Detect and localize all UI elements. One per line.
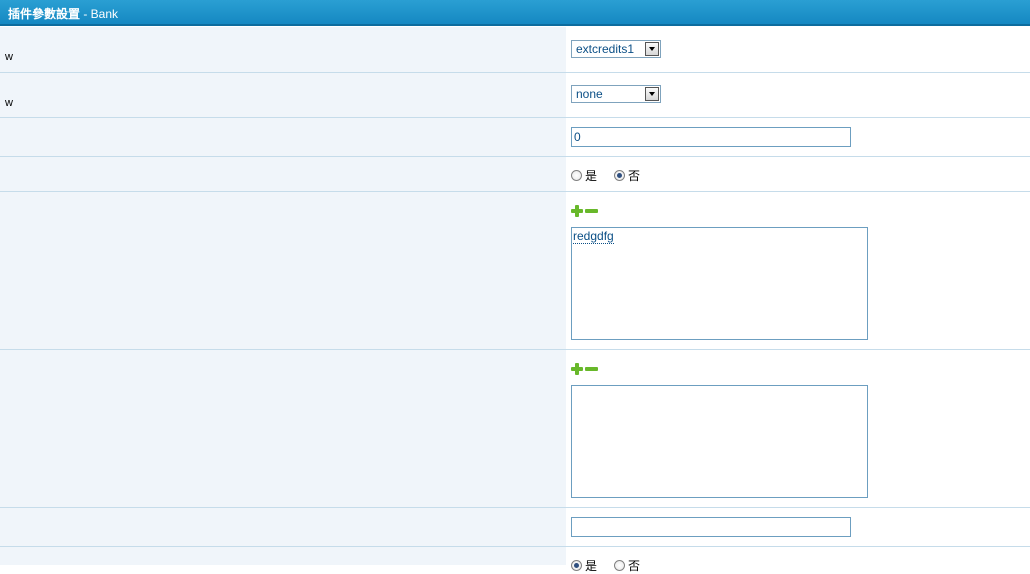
setting-value-cell: 0 bbox=[566, 118, 1030, 156]
setting-label: w bbox=[5, 97, 13, 109]
text-input[interactable]: 0 bbox=[571, 127, 851, 147]
chevron-down-icon[interactable] bbox=[645, 42, 659, 56]
setting-value-cell: redgdfg bbox=[566, 192, 1030, 349]
minus-icon[interactable] bbox=[585, 205, 598, 217]
setting-row-1: w extcredits1 bbox=[0, 27, 1030, 73]
textarea[interactable] bbox=[571, 385, 868, 498]
setting-value-cell bbox=[566, 508, 1030, 546]
radio-no[interactable]: 否 bbox=[614, 557, 640, 574]
radio-circle[interactable] bbox=[571, 170, 582, 181]
setting-label-cell bbox=[0, 118, 566, 156]
setting-value-cell: 是 否 bbox=[566, 547, 1030, 573]
page-title: 插件參數設置 - Bank bbox=[8, 7, 119, 21]
setting-row-2: w none bbox=[0, 73, 1030, 118]
setting-row-4: 是 否 bbox=[0, 157, 1030, 192]
plus-icon[interactable] bbox=[571, 205, 583, 217]
setting-label-cell bbox=[0, 192, 566, 349]
radio-yes[interactable]: 是 bbox=[571, 557, 597, 574]
setting-label-cell: w bbox=[0, 27, 566, 72]
setting-row-7 bbox=[0, 508, 1030, 547]
page-header: 插件參數設置 - Bank bbox=[0, 0, 1030, 26]
radio-circle-selected[interactable] bbox=[614, 170, 625, 181]
setting-value-cell: none bbox=[566, 73, 1030, 117]
setting-row-6 bbox=[0, 350, 1030, 508]
option-select[interactable]: none bbox=[571, 85, 661, 103]
setting-row-3: 0 bbox=[0, 118, 1030, 157]
setting-label: w bbox=[5, 51, 13, 63]
setting-value-cell: 是 否 bbox=[566, 157, 1030, 191]
chevron-down-icon[interactable] bbox=[645, 87, 659, 101]
text-input[interactable] bbox=[571, 517, 851, 537]
plus-icon[interactable] bbox=[571, 363, 583, 375]
setting-label-cell: w bbox=[0, 73, 566, 117]
add-remove-controls bbox=[571, 363, 598, 375]
setting-value-cell bbox=[566, 350, 1030, 507]
add-remove-controls bbox=[571, 205, 598, 217]
radio-circle-selected[interactable] bbox=[571, 560, 582, 571]
setting-label-cell bbox=[0, 508, 566, 546]
radio-no[interactable]: 否 bbox=[614, 167, 640, 184]
credits-select[interactable]: extcredits1 bbox=[571, 40, 661, 58]
minus-icon[interactable] bbox=[585, 363, 598, 375]
radio-yes[interactable]: 是 bbox=[571, 167, 597, 184]
setting-row-8: 是 否 bbox=[0, 547, 1030, 573]
setting-label-cell bbox=[0, 547, 566, 565]
setting-row-5: redgdfg bbox=[0, 192, 1030, 350]
setting-label-cell bbox=[0, 350, 566, 507]
setting-value-cell: extcredits1 bbox=[566, 27, 1030, 72]
textarea[interactable]: redgdfg bbox=[571, 227, 868, 340]
radio-circle[interactable] bbox=[614, 560, 625, 571]
setting-label-cell bbox=[0, 157, 566, 191]
